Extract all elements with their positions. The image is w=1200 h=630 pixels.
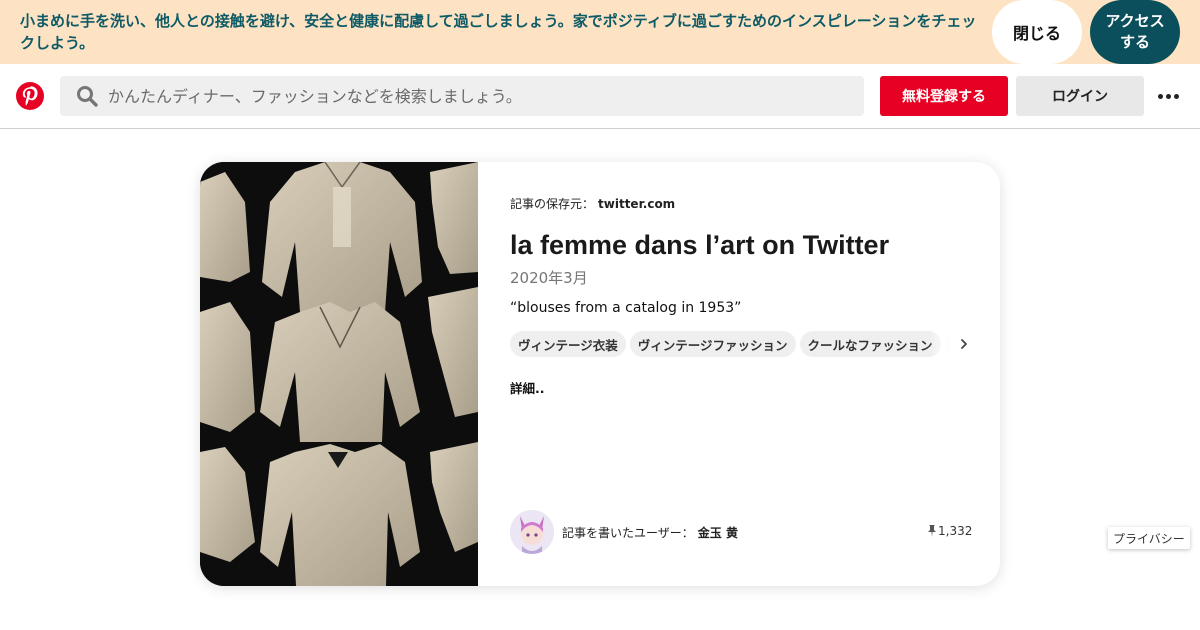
signup-button[interactable]: 無料登録する	[880, 76, 1008, 116]
pin-description: “blouses from a catalog in 1953”	[510, 300, 742, 316]
more-options-icon[interactable]	[1154, 84, 1182, 108]
author-row: 記事を書いたユーザー： 金玉 黄 1,332	[510, 510, 972, 554]
pinterest-logo-icon[interactable]	[16, 82, 44, 110]
tag-chip[interactable]: クールなファッション	[799, 331, 941, 357]
tag-chip[interactable]: ヴィンテージファッション	[629, 331, 796, 357]
access-button[interactable]: アクセスする	[1090, 0, 1180, 64]
access-button-label: アクセスする	[1105, 13, 1165, 51]
pin-image[interactable]	[200, 162, 478, 586]
avatar[interactable]	[510, 510, 554, 554]
search-input[interactable]	[108, 86, 848, 106]
save-count-value: 1,332	[938, 524, 973, 538]
save-count: 1,332	[928, 524, 972, 538]
more-details-link[interactable]: 詳細..	[510, 378, 545, 397]
pushpin-icon	[928, 525, 936, 537]
announcement-banner: 小まめに手を洗い、他人との接触を避け、安全と健康に配慮して過ごしましょう。家でポ…	[0, 0, 1200, 64]
pin-card: 記事の保存元： twitter.com la femme dans l’art o…	[200, 162, 1000, 586]
pin-source: 記事の保存元： twitter.com	[510, 195, 675, 212]
top-header: 無料登録する ログイン	[0, 64, 1200, 129]
author-info: 記事を書いたユーザー： 金玉 黄	[562, 524, 738, 541]
tag-list: ヴィンテージ衣装 ヴィンテージファッション クールなファッション ファ	[510, 331, 968, 359]
pin-date: 2020年3月	[510, 269, 588, 287]
chevron-right-icon[interactable]	[959, 336, 969, 352]
author-name[interactable]: 金玉 黄	[698, 526, 738, 540]
author-label: 記事を書いたユーザー：	[562, 526, 694, 540]
login-button[interactable]: ログイン	[1016, 76, 1144, 116]
pin-details: 記事の保存元： twitter.com la femme dans l’art o…	[510, 162, 972, 586]
search-bar[interactable]	[60, 76, 864, 116]
search-icon	[77, 86, 98, 107]
close-banner-button[interactable]: 閉じる	[992, 0, 1082, 64]
pin-title[interactable]: la femme dans l’art on Twitter	[510, 230, 889, 261]
source-link[interactable]: twitter.com	[598, 197, 675, 211]
privacy-link[interactable]: プライバシー	[1108, 527, 1190, 549]
source-label: 記事の保存元：	[510, 197, 595, 211]
tag-chip[interactable]: ヴィンテージ衣装	[510, 331, 626, 357]
banner-message: 小まめに手を洗い、他人との接触を避け、安全と健康に配慮して過ごしましょう。家でポ…	[20, 12, 977, 52]
